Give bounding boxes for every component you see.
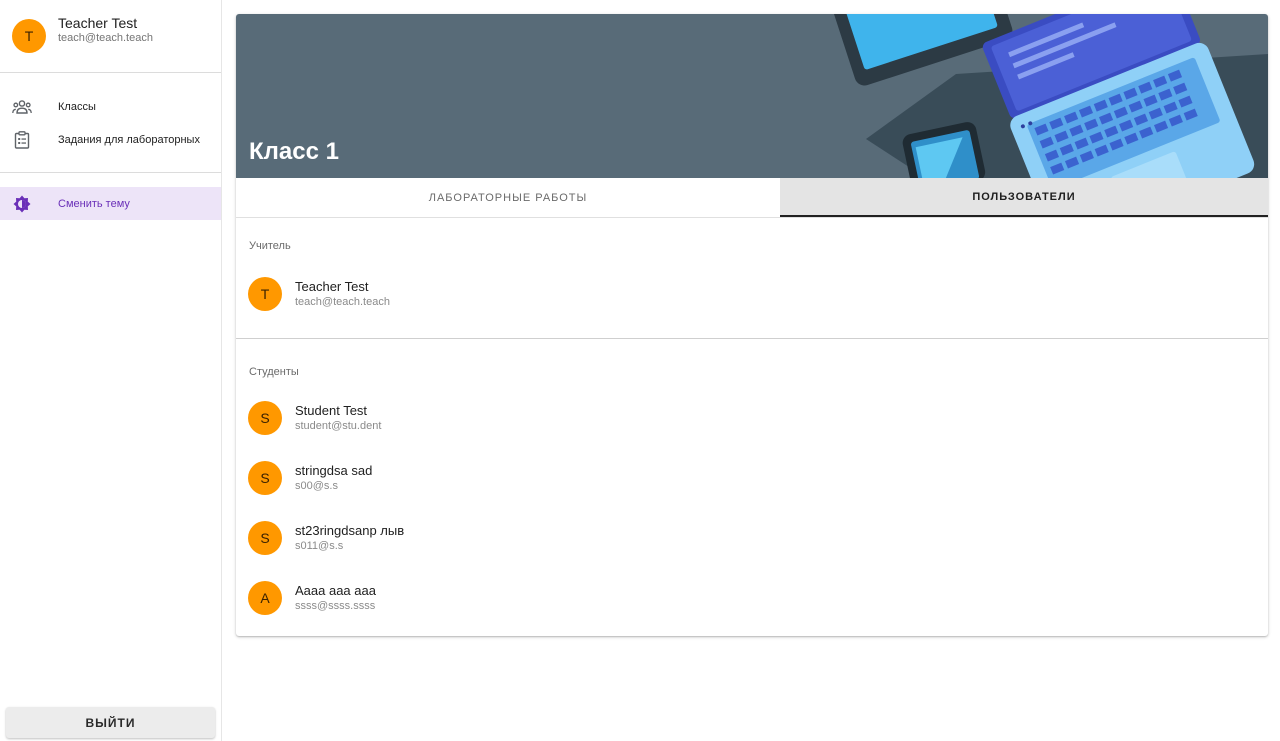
teacher-section: Учитель T Teacher Test teach@teach.teach xyxy=(236,218,1268,339)
avatar: T xyxy=(248,277,282,311)
avatar: S xyxy=(248,521,282,555)
avatar: T xyxy=(12,19,46,53)
user-email: s011@s.s xyxy=(295,539,344,552)
class-banner: Класс 1 xyxy=(236,14,1268,178)
nav-menu: Классы Задания для лабораторных xyxy=(0,73,221,173)
nav-item-classes[interactable]: Классы xyxy=(0,90,221,123)
user-email: student@stu.dent xyxy=(295,419,382,432)
tab-users[interactable]: ПОЛЬЗОВАТЕЛИ xyxy=(780,178,1268,217)
nav-item-label: Задания для лабораторных xyxy=(58,133,200,146)
brightness-icon xyxy=(12,194,32,214)
avatar: S xyxy=(248,401,282,435)
students-section: Студенты S Student Test student@stu.dent… xyxy=(236,340,1268,628)
teacher-heading: Учитель xyxy=(249,240,291,252)
list-item[interactable]: S st23ringdsanp лыв s011@s.s xyxy=(236,508,1268,568)
avatar: S xyxy=(248,461,282,495)
students-heading: Студенты xyxy=(249,366,299,378)
user-name: Aaaa aaa aaa xyxy=(295,582,376,598)
tab-lab-works[interactable]: ЛАБОРАТОРНЫЕ РАБОТЫ xyxy=(236,178,780,217)
nav-item-lab-tasks[interactable]: Задания для лабораторных xyxy=(0,123,221,156)
list-item[interactable]: T Teacher Test teach@teach.teach xyxy=(236,264,1268,324)
user-email: s00@s.s xyxy=(295,479,338,492)
user-profile: T Teacher Test teach@teach.teach xyxy=(0,0,221,73)
class-tabs: ЛАБОРАТОРНЫЕ РАБОТЫ ПОЛЬЗОВАТЕЛИ xyxy=(236,178,1268,218)
user-name: Teacher Test xyxy=(58,15,138,31)
user-email: ssss@ssss.ssss xyxy=(295,599,376,612)
avatar: A xyxy=(248,581,282,615)
list-item[interactable]: S stringdsa sad s00@s.s xyxy=(236,448,1268,508)
class-card: Класс 1 ЛАБОРАТОРНЫЕ РАБОТЫ ПОЛЬЗОВАТЕЛИ… xyxy=(236,14,1268,636)
clipboard-icon xyxy=(12,130,32,150)
list-item[interactable]: A Aaaa aaa aaa ssss@ssss.ssss xyxy=(236,568,1268,628)
nav-item-label: Классы xyxy=(58,100,96,113)
user-email: teach@teach.teach xyxy=(295,295,390,308)
user-name: st23ringdsanp лыв xyxy=(295,522,405,538)
user-name: stringdsa sad xyxy=(295,462,373,478)
user-name: Teacher Test xyxy=(295,278,369,294)
change-theme-button[interactable]: Сменить тему xyxy=(0,187,221,220)
banner-illustration xyxy=(823,14,1268,178)
sidebar: T Teacher Test teach@teach.teach Классы xyxy=(0,0,222,741)
groups-icon xyxy=(12,97,32,117)
user-email: teach@teach.teach xyxy=(58,32,153,44)
logout-button[interactable]: ВЫЙТИ xyxy=(6,707,215,738)
class-title: Класс 1 xyxy=(249,138,339,165)
list-item[interactable]: S Student Test student@stu.dent xyxy=(236,388,1268,448)
user-name: Student Test xyxy=(295,402,368,418)
change-theme-label: Сменить тему xyxy=(58,197,130,210)
